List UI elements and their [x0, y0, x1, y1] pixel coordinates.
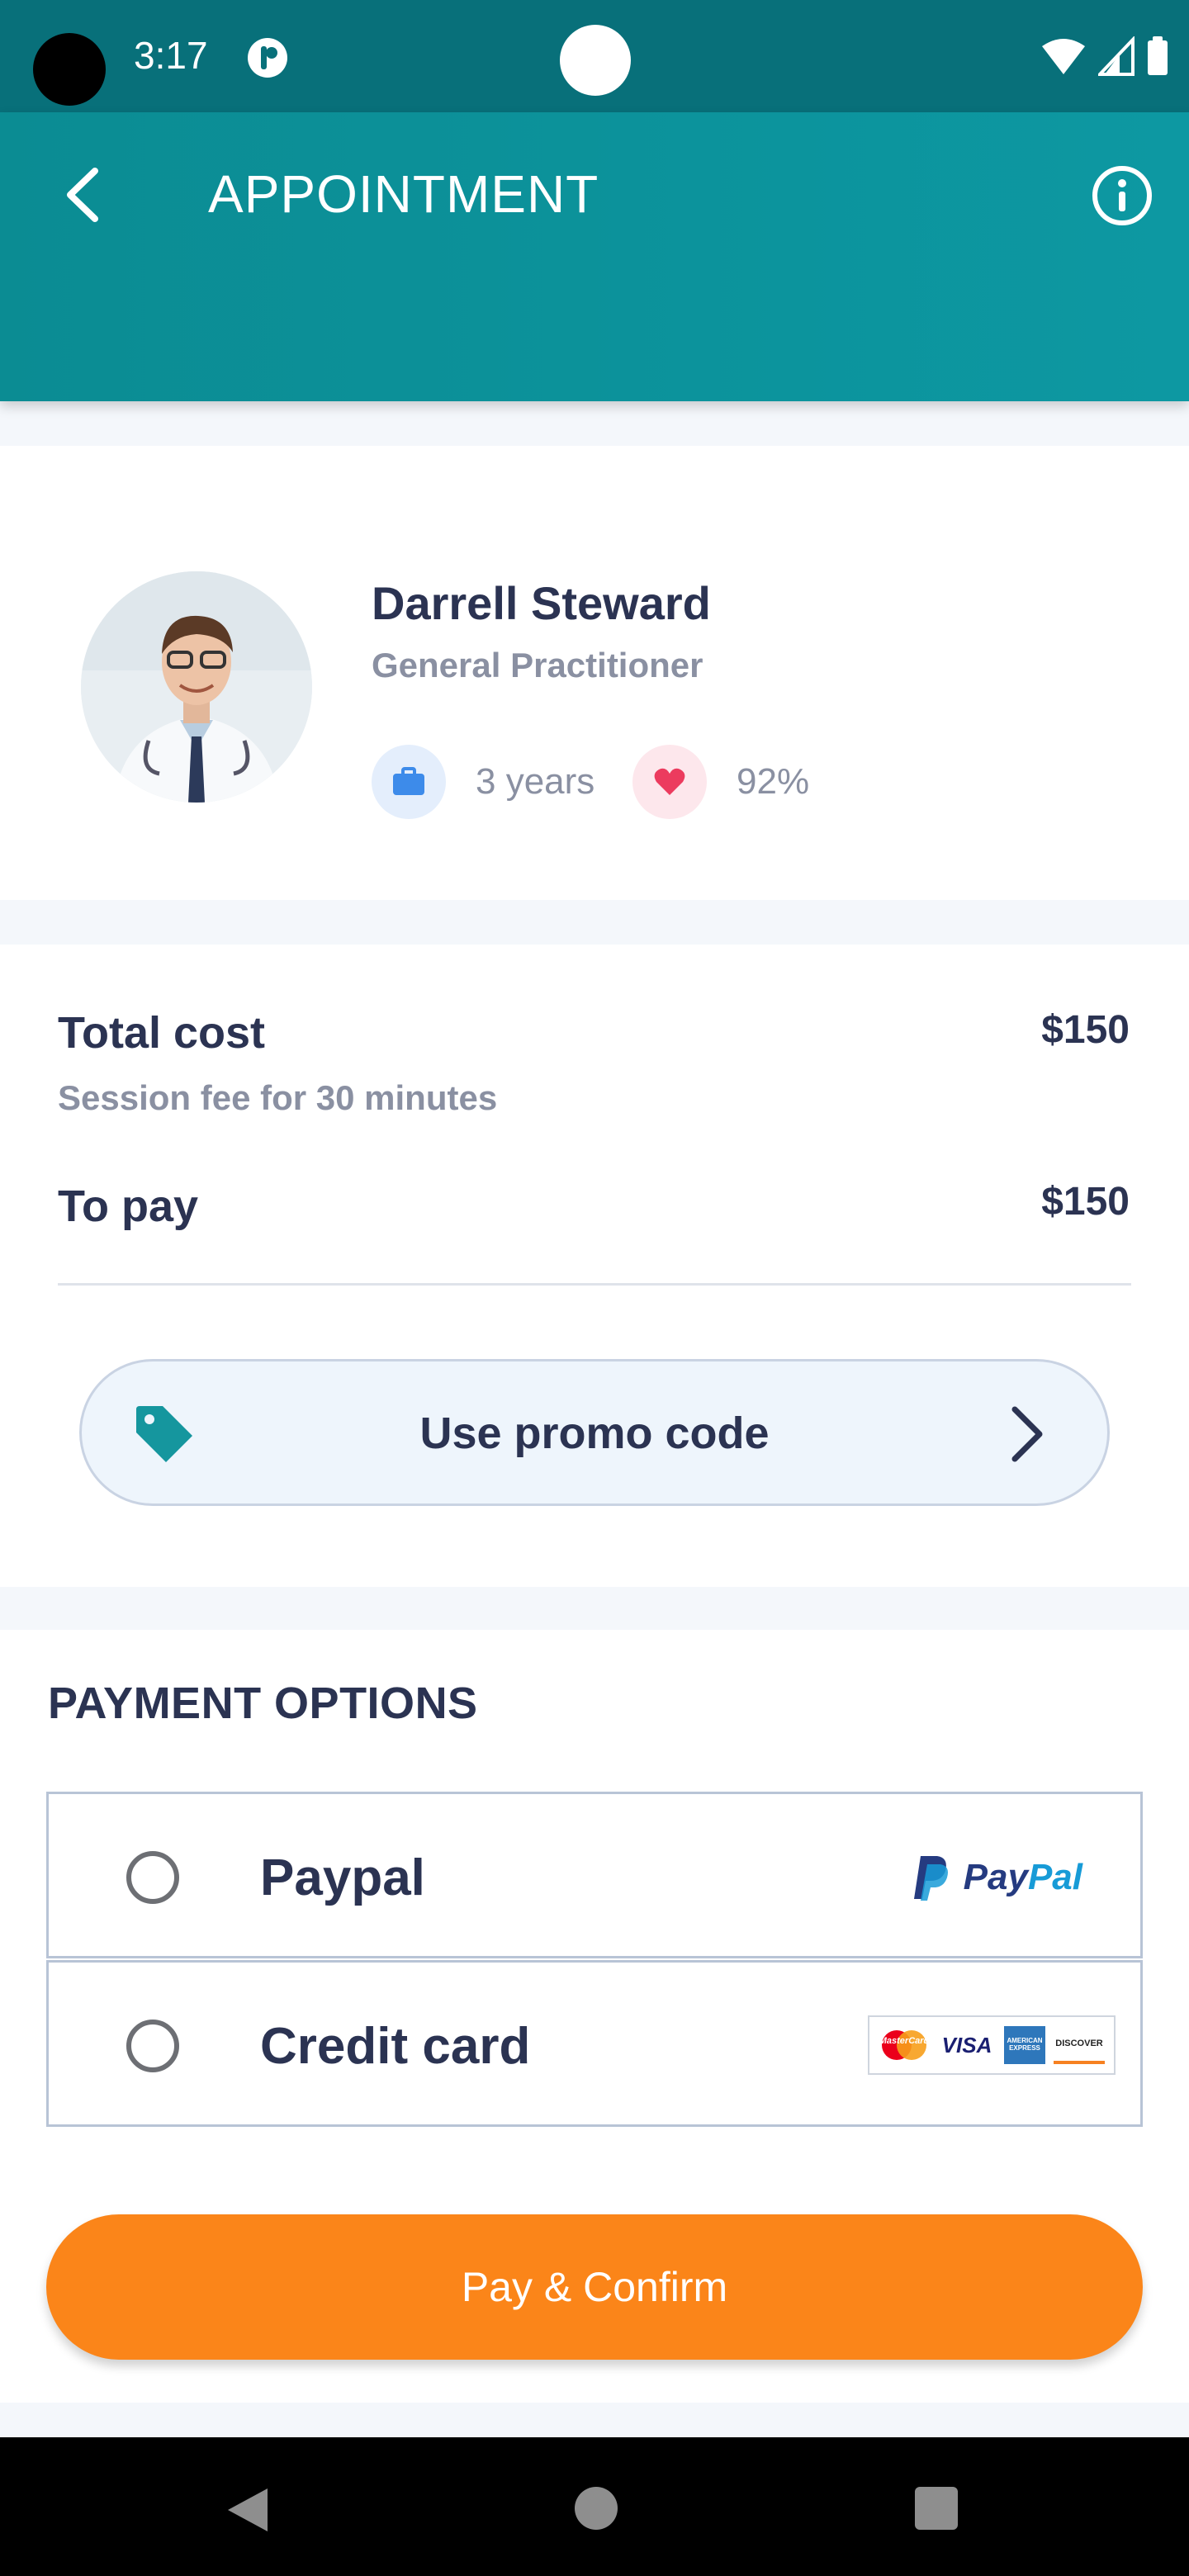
info-icon[interactable]	[1090, 163, 1154, 228]
camera-cutout	[33, 33, 106, 106]
payment-option-paypal[interactable]: Paypal PayPal	[46, 1792, 1143, 1958]
promo-code-label: Use promo code	[419, 1409, 770, 1458]
chevron-right-icon	[1011, 1406, 1043, 1462]
battery-icon	[1148, 36, 1168, 75]
heart-icon	[654, 768, 685, 795]
chevron-left-icon	[67, 168, 98, 222]
divider	[58, 1283, 1131, 1286]
doctor-specialty: General Practitioner	[372, 646, 703, 684]
promo-code-button[interactable]: Use promo code	[79, 1359, 1110, 1506]
cost-card: Total cost Session fee for 30 minutes $1…	[0, 945, 1189, 1587]
signal-icon	[1098, 36, 1135, 76]
briefcase-icon	[393, 767, 424, 795]
pay-confirm-button[interactable]: Pay & Confirm	[46, 2214, 1143, 2360]
to-pay-value: $150	[1041, 1180, 1130, 1224]
experience-stat: 3 years	[372, 745, 594, 819]
doctor-name: Darrell Steward	[372, 577, 711, 629]
page-title: APPOINTMENT	[208, 164, 599, 224]
notification-app-icon	[248, 38, 287, 78]
status-icons	[1040, 33, 1169, 79]
session-fee-note: Session fee for 30 minutes	[58, 1078, 498, 1117]
total-cost-value: $150	[1041, 1008, 1130, 1052]
visa-logo: VISA	[941, 2032, 992, 2057]
nav-back-icon[interactable]	[225, 2487, 269, 2533]
app-bar: APPOINTMENT	[0, 112, 1189, 401]
nav-recents-icon[interactable]	[915, 2487, 958, 2530]
heart-icon-bubble	[632, 745, 707, 819]
wifi-icon	[1042, 39, 1085, 74]
payment-card: PAYMENT OPTIONS Paypal PayPal Credit car…	[0, 1630, 1189, 2403]
paypal-radio[interactable]	[126, 1851, 179, 1904]
status-time: 3:17	[134, 34, 208, 77]
to-pay-label: To pay	[58, 1181, 199, 1231]
doctor-photo	[81, 571, 312, 803]
rating-stat: 92%	[632, 745, 809, 819]
paypal-wordmark: PayPal	[963, 1857, 1082, 1897]
mastercard-logo: MasterCard	[879, 2026, 930, 2064]
back-button[interactable]	[51, 160, 112, 230]
nav-home-icon[interactable]	[575, 2487, 618, 2530]
credit-card-label: Credit card	[260, 2018, 531, 2075]
payment-options-title: PAYMENT OPTIONS	[48, 1679, 478, 1728]
credit-card-radio[interactable]	[126, 2020, 179, 2072]
discover-logo: DISCOVER	[1054, 2026, 1105, 2064]
amex-logo: AMERICAN EXPRESS	[1004, 2026, 1045, 2064]
payment-option-credit-card[interactable]: Credit card MasterCard VISA AMERICAN EXP…	[46, 1960, 1143, 2127]
total-cost-label: Total cost	[58, 1008, 266, 1058]
camera-notch	[560, 25, 631, 96]
rating-value: 92%	[737, 761, 810, 802]
paypal-logo: PayPal	[912, 1849, 1082, 1906]
doctor-card[interactable]: Darrell Steward General Practitioner 3 y…	[0, 446, 1189, 900]
doctor-avatar	[81, 571, 312, 803]
briefcase-icon-bubble	[372, 745, 446, 819]
status-bar: 3:17	[0, 0, 1189, 112]
card-brands-logo: MasterCard VISA AMERICAN EXPRESS DISCOVE…	[868, 2015, 1116, 2075]
system-nav-bar	[0, 2437, 1189, 2576]
paypal-icon	[913, 1856, 948, 1901]
experience-value: 3 years	[476, 761, 595, 802]
paypal-label: Paypal	[260, 1849, 425, 1906]
